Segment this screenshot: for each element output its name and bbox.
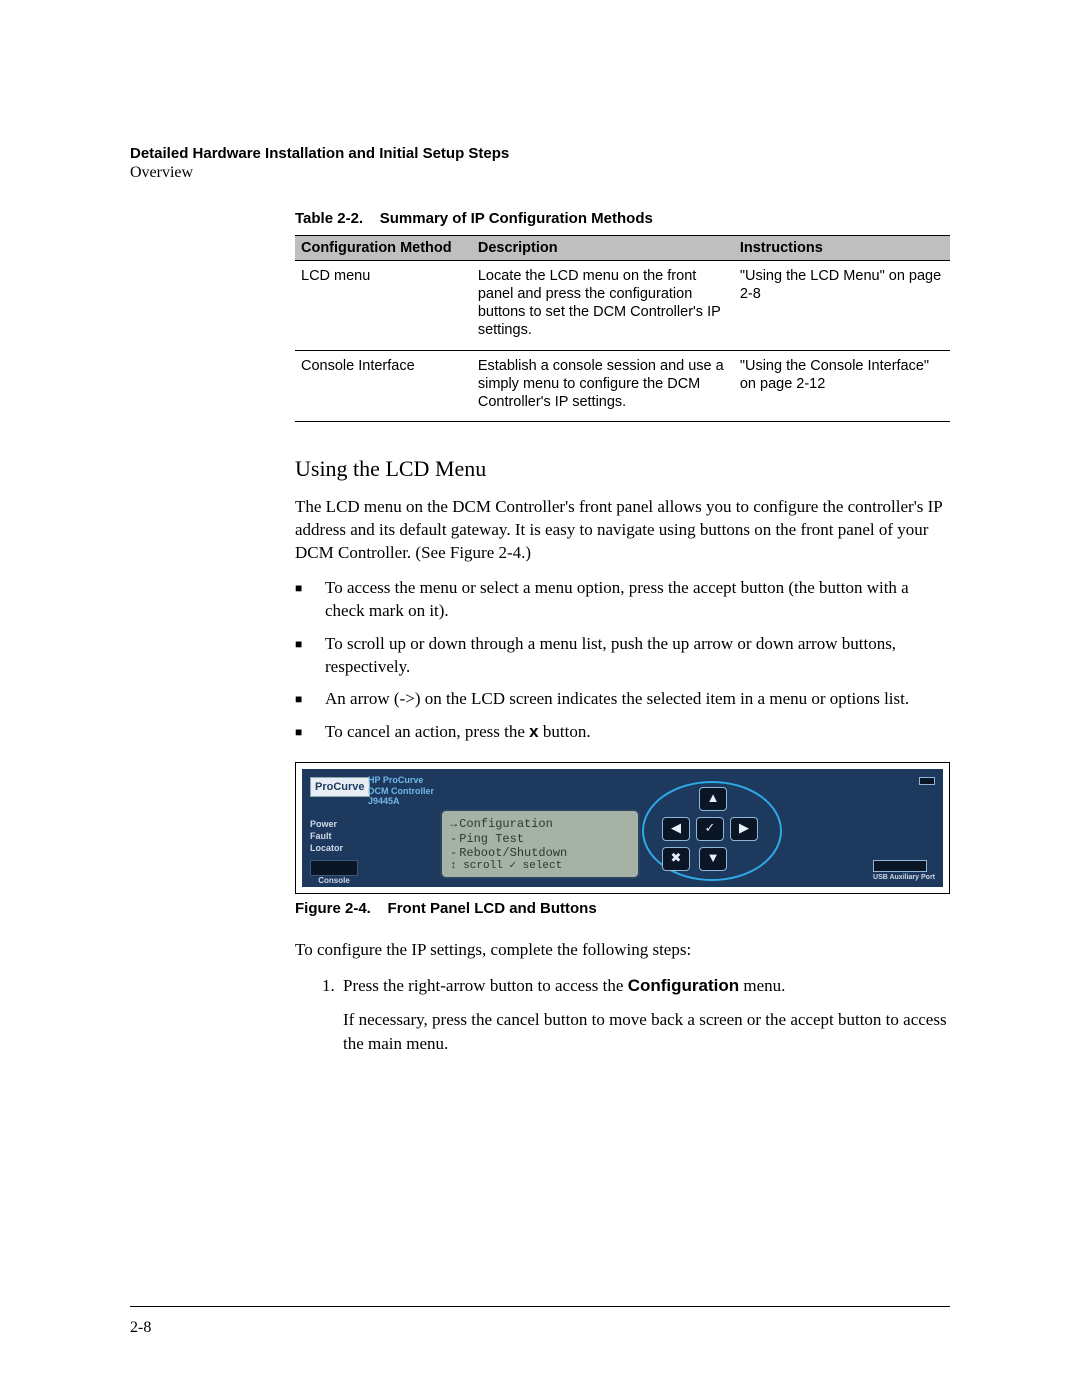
figure-caption: Figure 2-4. Front Panel LCD and Buttons [295,900,950,917]
footer-rule [130,1306,950,1307]
cell-instr: "Using the Console Interface" on page 2-… [734,350,950,421]
hinge-icon [919,777,935,785]
chapter-subtitle: Overview [130,164,950,182]
running-header: Detailed Hardware Installation and Initi… [130,145,950,182]
usb-port: USB Auxiliary Port [873,860,935,881]
status-leds: Power Fault Locator [310,819,343,854]
cancel-button[interactable]: ✖ [662,847,690,871]
bullet-post: button. [539,722,591,741]
led-fault: Fault [310,831,343,843]
figure-frame: ProCurve HP ProCurve DCM Controller J944… [295,762,950,894]
figure-title: Front Panel LCD and Buttons [388,900,597,917]
page-number: 2-8 [130,1319,151,1337]
list-item: To scroll up or down through a menu list… [319,633,950,679]
step-pre: Press the right-arrow button to access t… [343,976,628,995]
lcd-line-selected: Configuration [450,817,630,831]
table-number: Table 2-2. [295,210,363,227]
numbered-steps: Press the right-arrow button to access t… [295,974,950,1055]
led-locator: Locator [310,843,343,855]
up-arrow-button[interactable]: ▲ [699,787,727,811]
col-description: Description [472,236,734,261]
step-paragraph: If necessary, press the cancel button to… [343,1008,950,1056]
left-arrow-button[interactable]: ◀ [662,817,690,841]
table-caption: Table 2-2. Summary of IP Configuration M… [295,210,950,227]
right-arrow-button[interactable]: ▶ [730,817,758,841]
step-bold: Configuration [628,976,739,995]
col-method: Configuration Method [295,236,472,261]
model-label: HP ProCurve DCM Controller J9445A [368,775,434,806]
figure-number: Figure 2-4. [295,900,371,917]
model-line: DCM Controller [368,786,434,796]
config-methods-table: Configuration Method Description Instruc… [295,235,950,422]
down-arrow-button[interactable]: ▼ [699,847,727,871]
list-item: To access the menu or select a menu opti… [319,577,950,623]
console-label: Console [310,876,358,885]
led-power: Power [310,819,343,831]
table-row: Console Interface Establish a console se… [295,350,950,421]
chapter-title: Detailed Hardware Installation and Initi… [130,145,950,162]
model-line: HP ProCurve [368,775,434,785]
cell-instr: "Using the LCD Menu" on page 2-8 [734,261,950,351]
section-intro: The LCD menu on the DCM Controller's fro… [295,496,950,565]
accept-button[interactable]: ✓ [696,817,724,841]
col-instructions: Instructions [734,236,950,261]
cell-method: Console Interface [295,350,472,421]
table-row: LCD menu Locate the LCD menu on the fron… [295,261,950,351]
bullet-pre: To cancel an action, press the [325,722,529,741]
list-item: An arrow (->) on the LCD screen indicate… [319,688,950,711]
procurve-logo: ProCurve [310,777,370,797]
usb-slot [873,860,927,872]
usb-label: USB Auxiliary Port [873,874,935,881]
front-panel: ProCurve HP ProCurve DCM Controller J944… [302,769,943,887]
console-port: Console [310,860,358,885]
step-item: Press the right-arrow button to access t… [339,974,950,1055]
table-title: Summary of IP Configuration Methods [380,210,653,227]
lcd-hint: ↕ scroll ✓ select [450,860,630,873]
step-post: menu. [739,976,785,995]
section-heading: Using the LCD Menu [295,456,950,482]
console-slot [310,860,358,876]
steps-intro: To configure the IP settings, complete t… [295,939,950,962]
lcd-line: Ping Test [450,832,630,846]
bullet-list: To access the menu or select a menu opti… [295,577,950,745]
cell-desc: Establish a console session and use a si… [472,350,734,421]
cell-method: LCD menu [295,261,472,351]
x-bold: x [529,722,538,741]
model-line: J9445A [368,796,434,806]
lcd-screen: Configuration Ping Test Reboot/Shutdown … [440,809,640,879]
lcd-line: Reboot/Shutdown [450,846,630,860]
list-item: To cancel an action, press the x button. [319,721,950,744]
cell-desc: Locate the LCD menu on the front panel a… [472,261,734,351]
